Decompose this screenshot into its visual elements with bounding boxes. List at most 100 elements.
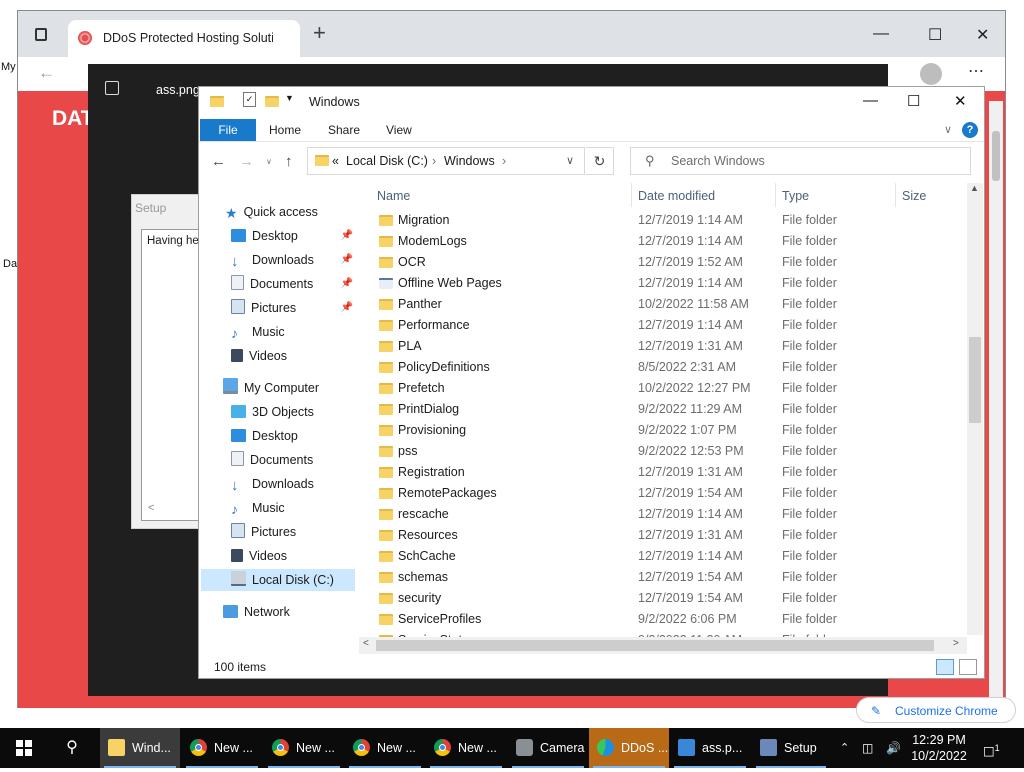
taskbar-app-button[interactable]: Setup — [752, 728, 830, 768]
nav-music[interactable]: ♪ Music — [231, 497, 285, 519]
pin-icon[interactable]: 📌 — [341, 225, 353, 247]
taskbar-app-button[interactable]: New ... — [426, 728, 506, 768]
breadcrumb-separator-icon[interactable]: › — [502, 154, 506, 168]
vertical-scrollbar[interactable]: ▲ — [967, 183, 983, 635]
quick-access-folder-icon[interactable] — [210, 96, 224, 107]
breadcrumb-current[interactable]: Windows — [444, 154, 495, 168]
file-row[interactable]: ServiceProfiles 9/2/2022 6:06 PM File fold… — [377, 609, 967, 630]
tray-overflow-icon[interactable]: ⌃ — [840, 728, 849, 768]
file-row[interactable]: pss 9/2/2022 12:53 PM File folder — [377, 441, 967, 462]
close-icon[interactable]: ✕ — [976, 25, 989, 45]
explorer-maximize-icon[interactable]: ☐ — [907, 92, 920, 110]
column-header-name[interactable]: Name — [377, 189, 410, 203]
pin-icon[interactable]: 📌 — [341, 273, 353, 295]
customize-chrome-button[interactable]: ✎ Customize Chrome — [856, 697, 1016, 723]
scroll-left-icon[interactable]: < — [148, 502, 154, 514]
back-icon[interactable]: ← — [38, 63, 55, 83]
minimize-icon[interactable]: — — [873, 25, 889, 43]
up-arrow-icon[interactable]: ↑ — [285, 153, 293, 170]
file-row[interactable]: OCR 12/7/2019 1:52 AM File folder — [377, 252, 967, 273]
profile-avatar-icon[interactable] — [920, 63, 942, 85]
recent-locations-icon[interactable]: ∨ — [266, 157, 272, 166]
file-row[interactable]: PLA 12/7/2019 1:31 AM File folder — [377, 336, 967, 357]
file-row[interactable]: Offline Web Pages 12/7/2019 1:14 AM File f… — [377, 273, 967, 294]
column-header-date[interactable]: Date modified — [638, 189, 715, 203]
file-row[interactable]: Registration 12/7/2019 1:31 AM File folder — [377, 462, 967, 483]
horizontal-scrollbar[interactable]: < > — [359, 637, 967, 654]
new-tab-button[interactable]: + — [313, 22, 326, 44]
taskbar-app-button[interactable]: ass.p... — [670, 728, 750, 768]
clock[interactable]: 12:29 PM 10/2/2022 — [905, 728, 973, 768]
nav-quick-downloads[interactable]: ↓ Downloads 📌 — [231, 249, 353, 271]
taskbar-app-button[interactable]: New ... — [182, 728, 262, 768]
taskbar-app-button[interactable]: Camera — [508, 728, 588, 768]
pin-icon[interactable]: 📌 — [341, 249, 353, 271]
ribbon-tab-share[interactable]: Share — [328, 119, 360, 141]
nav-quick-pictures[interactable]: Pictures 📌 — [231, 297, 353, 319]
breadcrumb-separator-icon[interactable]: › — [432, 154, 436, 168]
file-row[interactable]: security 12/7/2019 1:54 AM File folder — [377, 588, 967, 609]
notifications-icon[interactable]: ☐1 — [983, 728, 1009, 768]
start-button[interactable] — [0, 728, 48, 768]
file-row[interactable]: Resources 12/7/2019 1:31 AM File folder — [377, 525, 967, 546]
file-row[interactable]: PolicyDefinitions 8/5/2022 2:31 AM File fo… — [377, 357, 967, 378]
volume-icon[interactable]: 🔊 — [886, 728, 901, 768]
scroll-left-arrow-icon[interactable]: < — [363, 638, 369, 649]
search-box[interactable]: ⚲ Search Windows — [630, 147, 971, 175]
pin-icon[interactable]: 📌 — [341, 297, 353, 319]
file-row[interactable]: Panther 10/2/2022 11:58 AM File folder — [377, 294, 967, 315]
search-button[interactable]: ⚲ — [52, 728, 92, 768]
ribbon-tab-file[interactable]: File — [200, 119, 256, 141]
browser-scrollbar[interactable] — [989, 101, 1003, 708]
explorer-close-icon[interactable]: ✕ — [954, 92, 967, 110]
file-row[interactable]: rescache 12/7/2019 1:14 AM File folder — [377, 504, 967, 525]
back-arrow-icon[interactable]: ← — [211, 153, 226, 170]
refresh-icon[interactable]: ↻ — [586, 147, 614, 175]
address-dropdown-icon[interactable]: ∨ — [566, 154, 574, 167]
file-row[interactable]: RemotePackages 12/7/2019 1:54 AM File fold… — [377, 483, 967, 504]
browser-tab[interactable]: DDoS Protected Hosting Solution — [68, 20, 300, 57]
column-header-size[interactable]: Size — [902, 189, 926, 203]
nav-quick-documents[interactable]: Documents 📌 — [231, 273, 353, 295]
tab-actions-icon[interactable] — [35, 28, 47, 41]
nav-videos[interactable]: Videos — [231, 545, 287, 567]
taskbar-app-button[interactable]: DDoS ... — [589, 728, 669, 768]
file-row[interactable]: ModemLogs 12/7/2019 1:14 AM File folder — [377, 231, 967, 252]
explorer-minimize-icon[interactable]: — — [863, 92, 878, 109]
nav-network[interactable]: Network — [223, 601, 290, 623]
new-folder-icon[interactable] — [265, 96, 279, 107]
help-icon[interactable]: ? — [962, 122, 978, 138]
nav-downloads[interactable]: ↓ Downloads — [231, 473, 314, 495]
file-row[interactable]: PrintDialog 9/2/2022 11:29 AM File folder — [377, 399, 967, 420]
large-icons-view-icon[interactable] — [959, 659, 977, 675]
scroll-up-icon[interactable]: ▲ — [970, 183, 979, 193]
properties-icon[interactable]: ✓ — [243, 92, 256, 107]
forward-arrow-icon[interactable]: → — [239, 153, 254, 170]
column-separator[interactable] — [775, 183, 776, 207]
nav-pictures[interactable]: Pictures — [231, 521, 296, 543]
file-row[interactable]: SchCache 12/7/2019 1:14 AM File folder — [377, 546, 967, 567]
ribbon-tab-home[interactable]: Home — [269, 119, 301, 141]
nav-my-computer[interactable]: My Computer — [223, 377, 319, 399]
breadcrumb-root[interactable]: Local Disk (C:) — [346, 154, 428, 168]
vertical-scroll-thumb[interactable] — [969, 337, 981, 423]
breadcrumb-overflow[interactable]: « — [332, 154, 339, 168]
nav-quick-access[interactable]: ★ Quick access — [225, 201, 318, 223]
file-row[interactable]: ServiceState 9/2/2022 11:30 AM File folder — [377, 630, 967, 637]
column-separator[interactable] — [631, 183, 632, 207]
taskbar-app-button[interactable]: Wind... — [100, 728, 180, 768]
customize-toolbar-icon[interactable]: ▼ — [285, 93, 294, 103]
expand-ribbon-icon[interactable]: ∨ — [944, 119, 952, 141]
nav-quick-videos[interactable]: Videos — [231, 345, 287, 367]
file-row[interactable]: schemas 12/7/2019 1:54 AM File folder — [377, 567, 967, 588]
details-view-icon[interactable] — [936, 659, 954, 675]
ribbon-tab-view[interactable]: View — [386, 119, 412, 141]
file-row[interactable]: Migration 12/7/2019 1:14 AM File folder — [377, 210, 967, 231]
column-header-type[interactable]: Type — [782, 189, 809, 203]
column-separator[interactable] — [895, 183, 896, 207]
taskbar-app-button[interactable]: New ... — [264, 728, 344, 768]
horizontal-scroll-thumb[interactable] — [376, 640, 934, 651]
nav-3d-objects[interactable]: 3D Objects — [231, 401, 314, 423]
nav-quick-desktop[interactable]: Desktop 📌 — [231, 225, 353, 247]
file-row[interactable]: Performance 12/7/2019 1:14 AM File folder — [377, 315, 967, 336]
